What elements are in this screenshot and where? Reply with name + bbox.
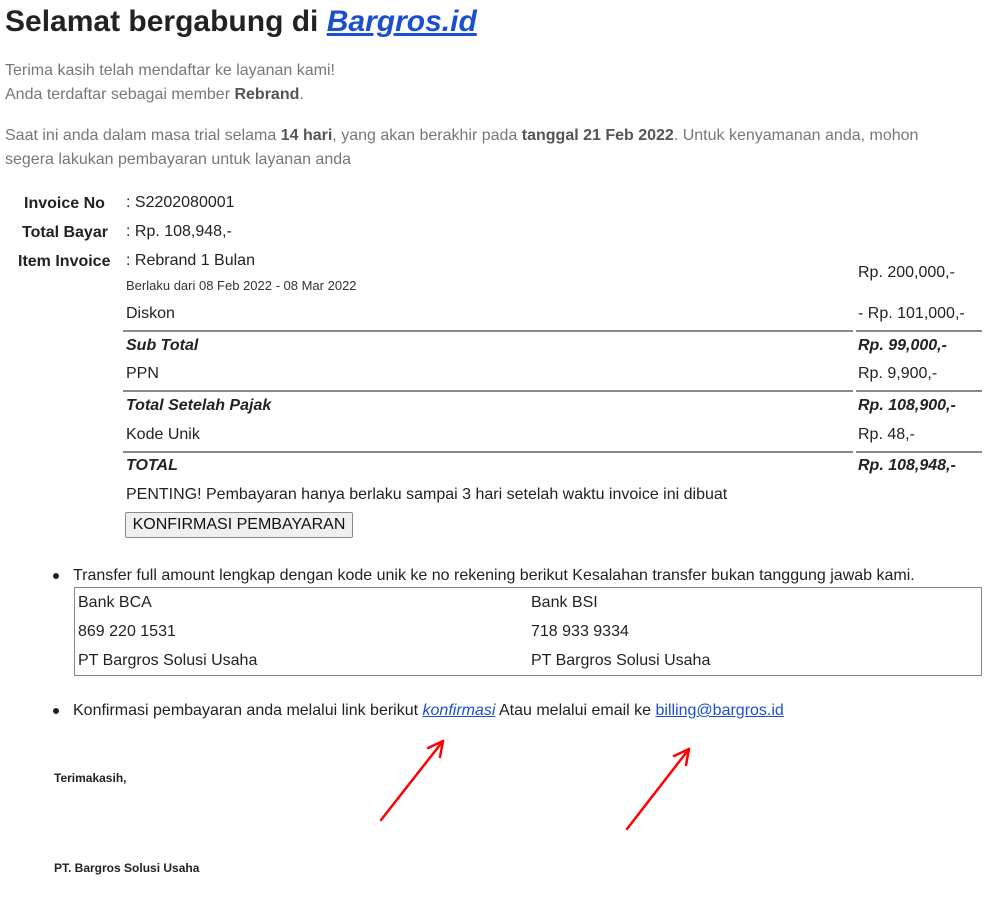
arrow-icon [379, 739, 445, 822]
arrow-icon [625, 747, 691, 831]
closing-thanks: Terimakasih, [54, 771, 127, 785]
company-signature: PT. Bargros Solusi Usaha [54, 861, 200, 875]
annotation-arrows [379, 739, 691, 831]
